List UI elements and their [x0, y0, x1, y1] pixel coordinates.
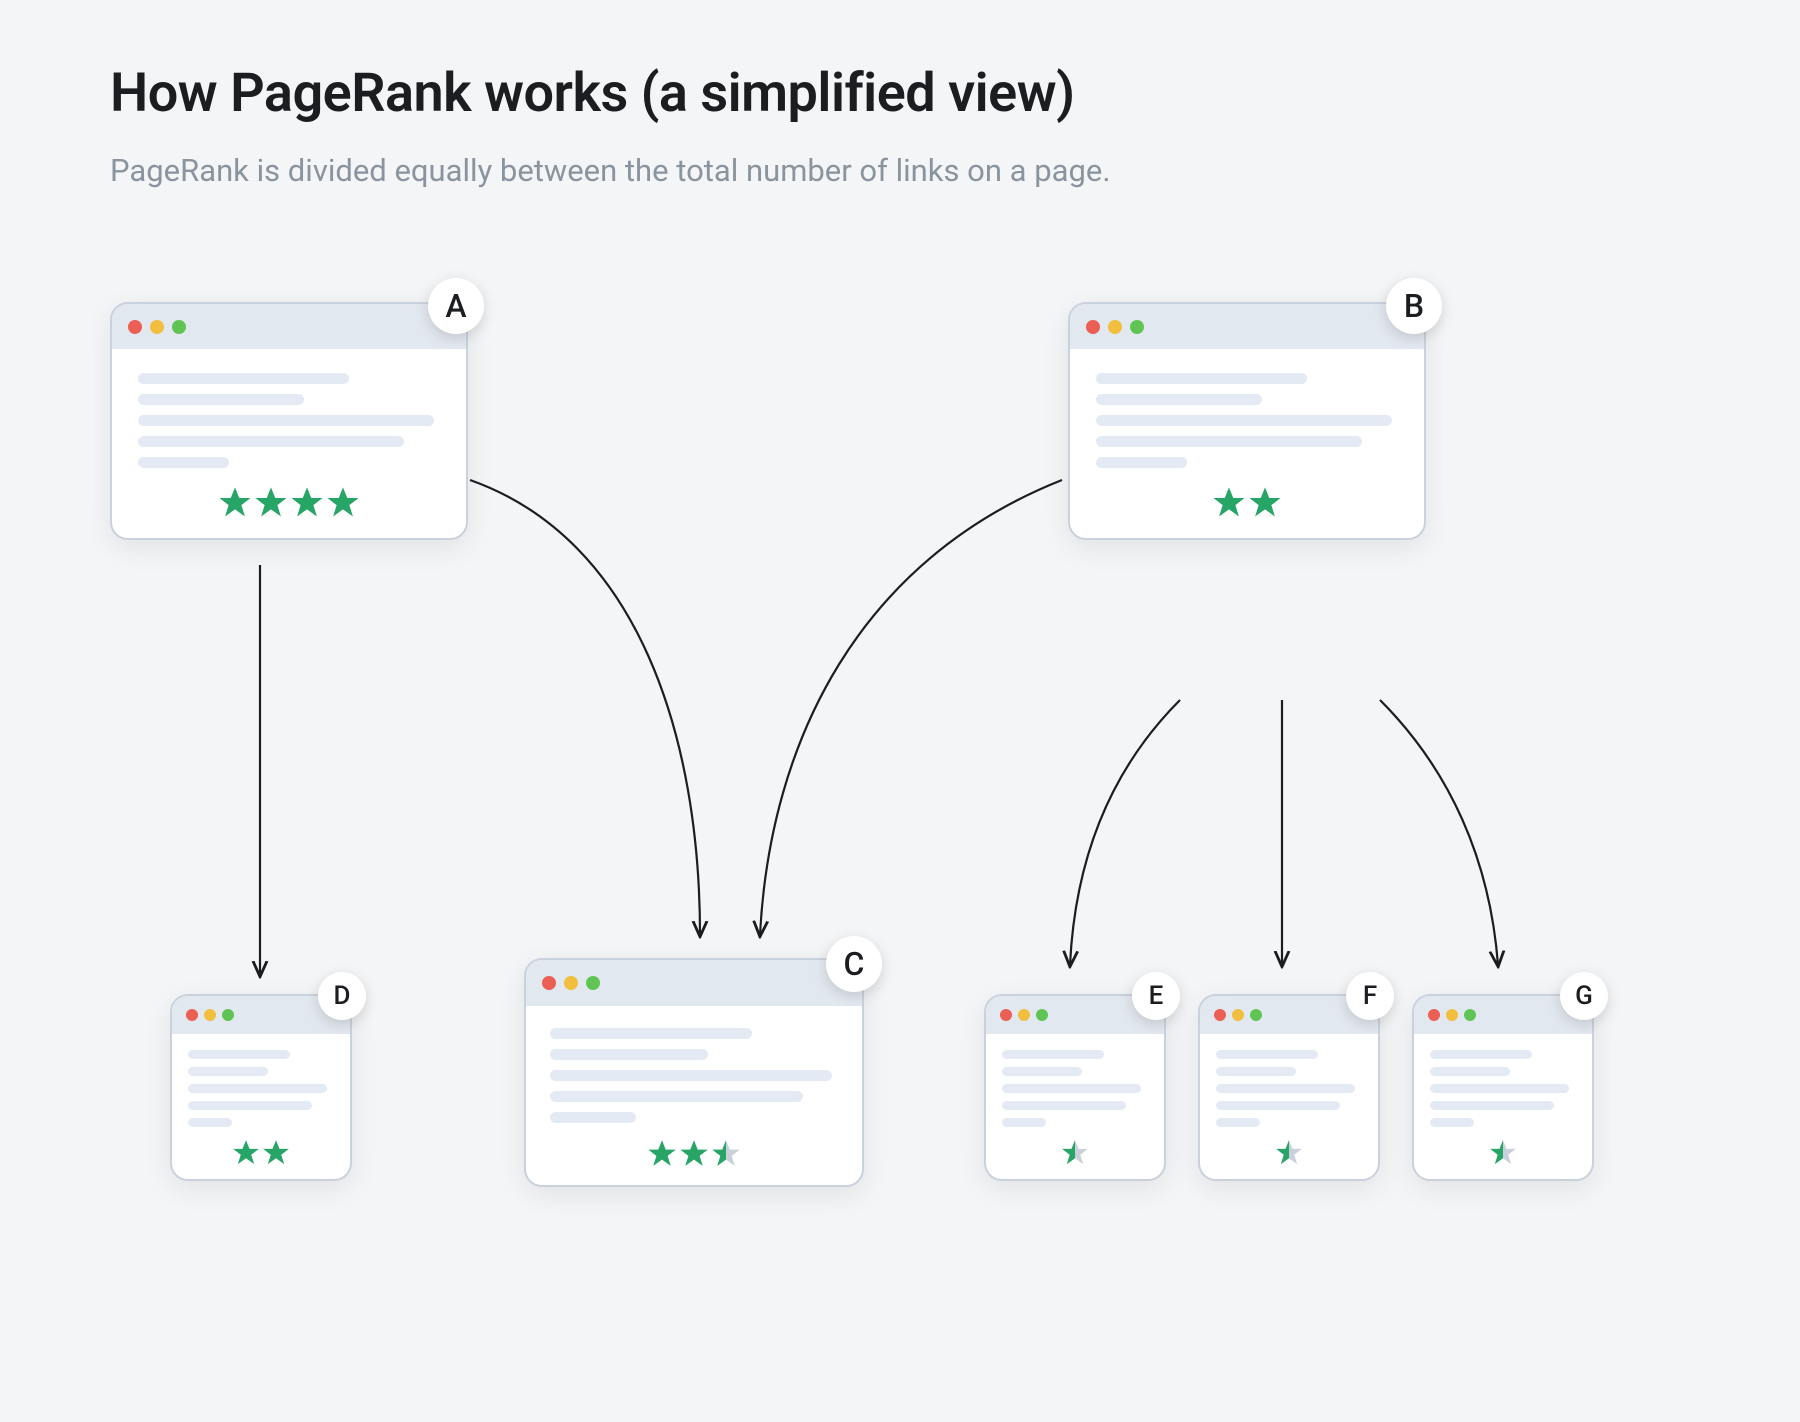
rank-stars	[1002, 1139, 1148, 1167]
diagram-title: How PageRank works (a simplified view)	[110, 62, 1075, 125]
window-close-icon	[1428, 1009, 1440, 1021]
page-e-label: E	[1132, 972, 1180, 1020]
window-zoom-icon	[172, 320, 186, 334]
page-d-label: D	[318, 972, 366, 1020]
window-close-icon	[1086, 320, 1100, 334]
rank-stars	[1430, 1139, 1576, 1167]
page-f-label: F	[1346, 972, 1394, 1020]
window-minimize-icon	[1108, 320, 1122, 334]
edge-b-e	[1070, 700, 1180, 965]
rank-stars	[550, 1139, 838, 1169]
rank-stars	[188, 1139, 334, 1167]
page-b	[1068, 302, 1426, 540]
window-close-icon	[542, 976, 556, 990]
page-d	[170, 994, 352, 1181]
page-c-label: C	[826, 936, 882, 992]
window-chrome	[1070, 304, 1424, 349]
window-zoom-icon	[1130, 320, 1144, 334]
page-e	[984, 994, 1166, 1181]
window-close-icon	[1214, 1009, 1226, 1021]
rank-stars	[138, 486, 440, 520]
page-g	[1412, 994, 1594, 1181]
window-close-icon	[1000, 1009, 1012, 1021]
diagram-subtitle: PageRank is divided equally between the …	[110, 152, 1111, 189]
window-minimize-icon	[564, 976, 578, 990]
edge-b-g	[1380, 700, 1498, 965]
page-g-label: G	[1560, 972, 1608, 1020]
window-close-icon	[186, 1009, 198, 1021]
page-b-label: B	[1386, 278, 1442, 334]
window-minimize-icon	[1232, 1009, 1244, 1021]
window-minimize-icon	[150, 320, 164, 334]
window-minimize-icon	[1018, 1009, 1030, 1021]
edge-a-c	[470, 480, 700, 935]
page-a-label: A	[428, 278, 484, 334]
rank-stars	[1216, 1139, 1362, 1167]
rank-stars	[1096, 486, 1398, 520]
window-chrome	[526, 960, 862, 1006]
window-zoom-icon	[586, 976, 600, 990]
page-c	[524, 958, 864, 1187]
window-chrome	[112, 304, 466, 349]
window-minimize-icon	[1446, 1009, 1458, 1021]
page-f	[1198, 994, 1380, 1181]
window-close-icon	[128, 320, 142, 334]
window-zoom-icon	[222, 1009, 234, 1021]
window-zoom-icon	[1250, 1009, 1262, 1021]
link-arrows	[0, 0, 1800, 1422]
edge-b-c	[760, 480, 1062, 935]
window-zoom-icon	[1036, 1009, 1048, 1021]
page-a	[110, 302, 468, 540]
window-zoom-icon	[1464, 1009, 1476, 1021]
window-minimize-icon	[204, 1009, 216, 1021]
